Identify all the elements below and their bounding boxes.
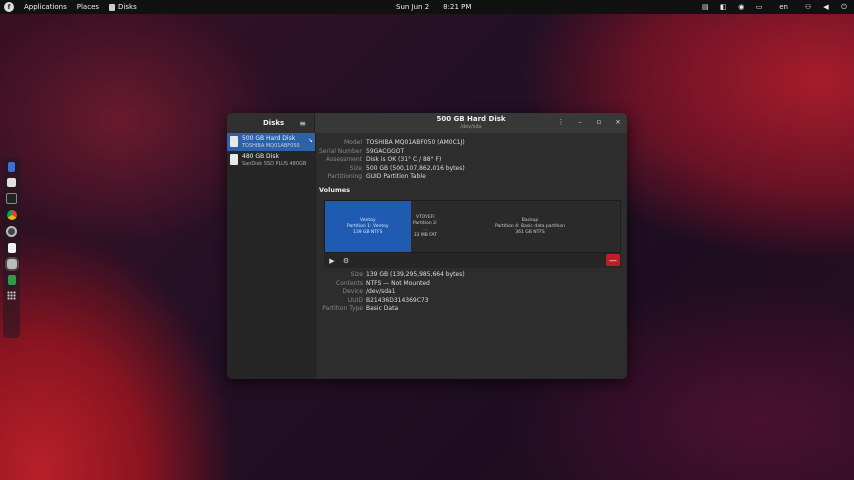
volume-toolbar: ▶ ⚙ — [324, 253, 621, 268]
serial-label: Serial Number [319, 147, 362, 155]
disk-name: 500 GB Hard Disk [242, 135, 296, 142]
minimize-button[interactable]: – [575, 117, 585, 127]
segment-size: 361 GB NTFS [515, 229, 545, 235]
serial-value: 59GACGGOT [366, 147, 405, 155]
kebab-menu-icon[interactable]: ⋮ [556, 117, 566, 127]
segment-partition: Partition 2: ... [413, 220, 438, 232]
hard-disk-icon [230, 136, 238, 147]
disks-app-icon [109, 3, 116, 11]
volume-icon[interactable]: ◀ [822, 3, 830, 11]
app-grid-icon[interactable] [7, 291, 16, 300]
segment-size: 33 MB FAT [413, 232, 437, 238]
dock [3, 158, 20, 338]
clipboard-icon[interactable]: ▤ [701, 3, 709, 11]
app-menu-label: Disks [118, 3, 137, 11]
play-icon[interactable]: ▶ [326, 255, 338, 266]
settings-icon[interactable] [6, 226, 17, 237]
hamburger-icon[interactable]: ≡ [299, 119, 306, 128]
text-editor-icon[interactable] [7, 243, 16, 253]
model-value: TOSHIBA MQ01ABF050 (AM0C1J) [366, 139, 465, 146]
disks-icon[interactable] [6, 259, 17, 269]
device-value: /dev/sda1 [366, 288, 396, 296]
software-icon[interactable] [7, 178, 16, 187]
partitioning-value: GUID Partition Table [366, 173, 426, 181]
partition-4-segment[interactable]: Backup Partition 4: Basic data partition… [440, 201, 620, 252]
ptype-label: Partition Type [322, 305, 363, 313]
sidebar-title: Disks [263, 119, 285, 127]
app-menu[interactable]: Disks [109, 3, 137, 11]
psize-label: Size [350, 271, 363, 278]
top-bar: f Applications Places Disks Sun Jun 2 8:… [0, 0, 854, 14]
chrome-icon[interactable] [6, 210, 17, 220]
places-menu[interactable]: Places [77, 3, 99, 11]
applications-menu[interactable]: Applications [24, 3, 67, 11]
disks-window: Disks ≡ 500 GB Hard Disk /dev/sda ⋮ – ▫ … [227, 113, 627, 379]
network-icon[interactable]: ⚇ [804, 3, 812, 11]
settings-gear-icon[interactable]: ⚙ [340, 255, 352, 266]
minus-icon: — [609, 255, 617, 265]
contents-value: NTFS — Not Mounted [366, 279, 430, 287]
spreadsheet-icon[interactable] [7, 275, 16, 285]
delete-partition-button[interactable]: — [606, 254, 620, 266]
assessment-value: Disk is OK (31° C / 88° F) [366, 156, 442, 164]
assessment-label: Assessment [326, 156, 362, 164]
display-icon[interactable]: ▭ [755, 3, 763, 11]
clock-time: 8:21 PM [443, 3, 472, 11]
device-label: Device [342, 288, 363, 296]
contents-label: Contents [336, 279, 363, 287]
partition-1-segment[interactable]: Ventoy Partition 1: Ventoy 139 GB NTFS [325, 201, 411, 252]
disk-name: 480 GB Disk [242, 153, 279, 160]
segment-size: 139 GB NTFS [353, 229, 383, 235]
size-label: Size [349, 164, 362, 172]
ssd-icon [230, 154, 238, 165]
partition-2-segment[interactable]: VTOYEFI Partition 2: ... 33 MB FAT [411, 201, 441, 252]
header-bar: Disks ≡ 500 GB Hard Disk /dev/sda ⋮ – ▫ … [227, 113, 627, 133]
disk-model: SanDisk SSD PLUS 480GB [242, 161, 307, 167]
ptype-value: Basic Data [366, 305, 399, 313]
disk-model: TOSHIBA MQ01ABF050 [242, 143, 300, 149]
uuid-value: B21436D314369C73 [366, 296, 429, 304]
terminal-icon[interactable] [6, 193, 17, 204]
activities-logo-icon[interactable]: f [4, 2, 14, 12]
clock[interactable]: Sun Jun 2 8:21 PM [396, 0, 471, 14]
partitioning-label: Partitioning [327, 173, 362, 181]
maximize-button[interactable]: ▫ [594, 117, 604, 127]
close-button[interactable]: × [613, 117, 623, 127]
extensions-icon[interactable]: ◧ [719, 3, 727, 11]
disk-details: Model TOSHIBA MQ01ABF050 (AM0C1J) Serial … [316, 133, 627, 379]
keyboard-language[interactable]: en [779, 3, 788, 11]
psize-value: 139 GB (139,295,985,664 bytes) [366, 271, 465, 278]
uuid-label: UUID [347, 296, 363, 304]
power-icon[interactable]: ⏻ [840, 3, 848, 11]
model-label: Model [343, 139, 362, 146]
accessibility-icon[interactable]: ◉ [737, 3, 745, 11]
size-value: 500 GB (500,107,862,016 bytes) [366, 164, 465, 172]
files-icon[interactable] [8, 162, 15, 172]
clock-date: Sun Jun 2 [396, 3, 430, 11]
volumes-heading: Volumes [319, 186, 351, 194]
volume-map: Ventoy Partition 1: Ventoy 139 GB NTFS V… [324, 200, 621, 253]
